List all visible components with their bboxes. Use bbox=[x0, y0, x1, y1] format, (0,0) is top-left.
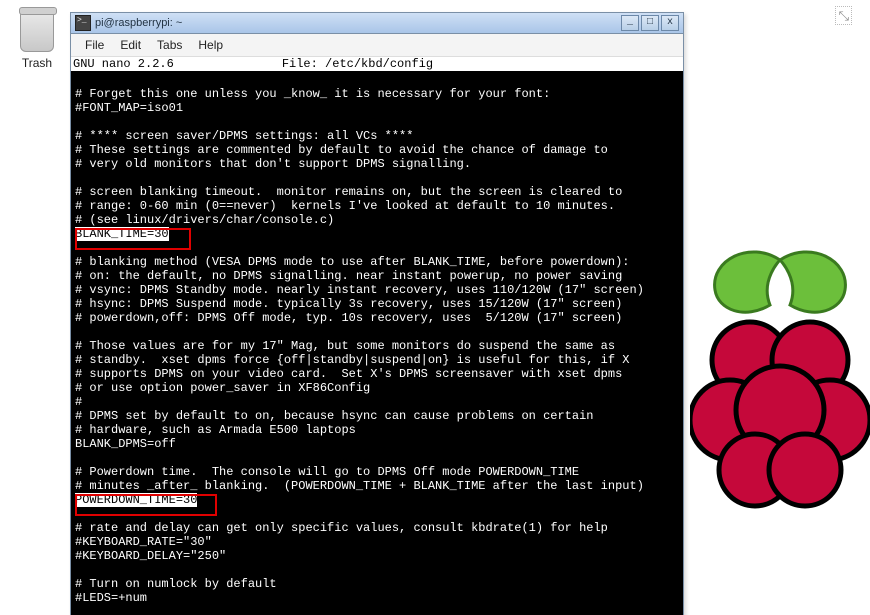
file-line: # **** screen saver/DPMS settings: all V… bbox=[75, 129, 679, 143]
file-line bbox=[75, 241, 679, 255]
file-line: BLANK_DPMS=off bbox=[75, 437, 679, 451]
file-line: # rate and delay can get only specific v… bbox=[75, 521, 679, 535]
file-line: #KEYBOARD_RATE="30" bbox=[75, 535, 679, 549]
nano-body[interactable]: # Forget this one unless you _know_ it i… bbox=[71, 71, 683, 607]
terminal-window: pi@raspberrypi: ~ _ □ x File Edit Tabs H… bbox=[70, 12, 684, 615]
file-line: # (see linux/drivers/char/console.c) bbox=[75, 213, 679, 227]
file-line: # hsync: DPMS Suspend mode. typically 3s… bbox=[75, 297, 679, 311]
menu-help[interactable]: Help bbox=[190, 36, 231, 54]
file-line: # Forget this one unless you _know_ it i… bbox=[75, 87, 679, 101]
nano-version: GNU nano 2.2.6 bbox=[71, 57, 176, 71]
window-titlebar[interactable]: pi@raspberrypi: ~ _ □ x bbox=[71, 13, 683, 34]
file-line: # on: the default, no DPMS signalling. n… bbox=[75, 269, 679, 283]
file-line: BLANK_TIME=30 bbox=[75, 227, 679, 241]
terminal-app-icon bbox=[75, 15, 91, 31]
file-line: # minutes _after_ blanking. (POWERDOWN_T… bbox=[75, 479, 679, 493]
file-line: # vsync: DPMS Standby mode. nearly insta… bbox=[75, 283, 679, 297]
file-line: # powerdown,off: DPMS Off mode, typ. 10s… bbox=[75, 311, 679, 325]
file-line: # supports DPMS on your video card. Set … bbox=[75, 367, 679, 381]
file-line: # These settings are commented by defaul… bbox=[75, 143, 679, 157]
nano-header: GNU nano 2.2.6 File: /etc/kbd/config bbox=[71, 57, 683, 71]
trash-icon bbox=[20, 12, 54, 52]
file-line: # Those values are for my 17" Mag, but s… bbox=[75, 339, 679, 353]
file-line: #KEYBOARD_DELAY="250" bbox=[75, 549, 679, 563]
maximize-button[interactable]: □ bbox=[641, 15, 659, 31]
file-line: #FONT_MAP=iso01 bbox=[75, 101, 679, 115]
menubar: File Edit Tabs Help bbox=[71, 34, 683, 57]
nano-file-label: File: /etc/kbd/config bbox=[280, 57, 435, 71]
window-title: pi@raspberrypi: ~ bbox=[95, 17, 182, 29]
file-line: # Powerdown time. The console will go to… bbox=[75, 465, 679, 479]
file-line bbox=[75, 325, 679, 339]
menu-file[interactable]: File bbox=[77, 36, 112, 54]
minimize-button[interactable]: _ bbox=[621, 15, 639, 31]
file-line: # hardware, such as Armada E500 laptops bbox=[75, 423, 679, 437]
file-line bbox=[75, 451, 679, 465]
file-line: # Turn on numlock by default bbox=[75, 577, 679, 591]
file-line: POWERDOWN_TIME=30 bbox=[75, 493, 679, 507]
file-line: #LEDS=+num bbox=[75, 591, 679, 605]
file-line: # screen blanking timeout. monitor remai… bbox=[75, 185, 679, 199]
file-line: # bbox=[75, 395, 679, 409]
file-line bbox=[75, 171, 679, 185]
menu-tabs[interactable]: Tabs bbox=[149, 36, 190, 54]
file-line: # DPMS set by default to on, because hsy… bbox=[75, 409, 679, 423]
file-line: # or use option power_saver in XF86Confi… bbox=[75, 381, 679, 395]
raspberry-pi-logo bbox=[690, 250, 870, 510]
file-line bbox=[75, 507, 679, 521]
trash-label: Trash bbox=[20, 56, 54, 70]
file-line bbox=[75, 115, 679, 129]
menu-edit[interactable]: Edit bbox=[112, 36, 149, 54]
trash-desktop-icon[interactable]: Trash bbox=[20, 12, 54, 70]
close-button[interactable]: x bbox=[661, 15, 679, 31]
file-line: # very old monitors that don't support D… bbox=[75, 157, 679, 171]
file-line: # blanking method (VESA DPMS mode to use… bbox=[75, 255, 679, 269]
file-line: # standby. xset dpms force {off|standby|… bbox=[75, 353, 679, 367]
file-line bbox=[75, 73, 679, 87]
file-line: # range: 0-60 min (0==never) kernels I'v… bbox=[75, 199, 679, 213]
expand-icon[interactable]: ⤡ bbox=[835, 6, 852, 25]
desktop: Trash ⤡ pi@raspberrypi: ~ _ □ x File Edi bbox=[0, 0, 870, 615]
terminal-content[interactable]: GNU nano 2.2.6 File: /etc/kbd/config # F… bbox=[71, 57, 683, 615]
file-line bbox=[75, 563, 679, 577]
